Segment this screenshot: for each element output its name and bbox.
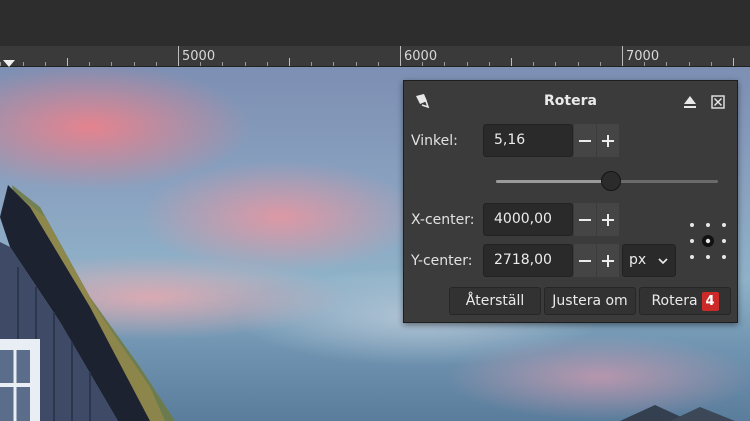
x-center-decrement-button[interactable] bbox=[574, 203, 596, 236]
horizontal-ruler[interactable]: 5000 6000 7000 bbox=[0, 46, 750, 67]
ruler-label-6000: 6000 bbox=[404, 49, 438, 64]
readjust-button[interactable]: Justera om bbox=[544, 287, 636, 315]
ruler-minor-tick bbox=[666, 62, 667, 66]
x-center-increment-button[interactable] bbox=[597, 203, 619, 236]
ruler-minor-tick bbox=[356, 62, 357, 66]
rotate-button-label: Rotera bbox=[651, 293, 698, 309]
ruler-minor-tick bbox=[89, 62, 90, 66]
rotate-button[interactable]: Rotera 4 bbox=[639, 287, 731, 315]
pin-icon[interactable] bbox=[683, 94, 697, 108]
angle-slider-fill bbox=[496, 180, 611, 183]
y-center-increment-button[interactable] bbox=[597, 244, 619, 277]
ruler-minor-tick bbox=[733, 58, 734, 66]
ruler-major-tick bbox=[400, 46, 401, 66]
ruler-minor-tick bbox=[555, 62, 556, 66]
plus-icon bbox=[602, 254, 614, 267]
ruler-minor-tick bbox=[0, 62, 1, 66]
ruler-minor-tick bbox=[134, 62, 135, 66]
plus-icon bbox=[602, 213, 614, 226]
ruler-minor-tick bbox=[67, 58, 68, 66]
ruler-minor-tick bbox=[444, 62, 445, 66]
ruler-label-5000: 5000 bbox=[182, 49, 216, 64]
ruler-minor-tick bbox=[23, 62, 24, 66]
pivot-icon[interactable] bbox=[688, 221, 728, 261]
plus-icon bbox=[602, 134, 614, 147]
minus-icon bbox=[579, 218, 591, 221]
ruler-minor-tick bbox=[311, 62, 312, 66]
ruler-minor-tick bbox=[222, 62, 223, 66]
y-center-input[interactable]: 2718,00 bbox=[483, 244, 573, 277]
ruler-minor-tick bbox=[245, 62, 246, 66]
ruler-minor-tick bbox=[578, 62, 579, 66]
ruler-minor-tick bbox=[289, 58, 290, 66]
ruler-label-7000: 7000 bbox=[626, 49, 660, 64]
angle-label: Vinkel: bbox=[411, 133, 458, 149]
close-icon[interactable] bbox=[711, 94, 725, 109]
chevron-down-icon bbox=[658, 258, 668, 265]
y-center-decrement-button[interactable] bbox=[574, 244, 596, 277]
ruler-minor-tick bbox=[378, 62, 379, 66]
ruler-major-tick bbox=[622, 46, 623, 66]
angle-decrement-button[interactable] bbox=[574, 124, 596, 157]
ruler-major-tick bbox=[178, 46, 179, 66]
ruler-minor-tick bbox=[511, 58, 512, 66]
ruler-minor-tick bbox=[333, 62, 334, 66]
x-center-input[interactable]: 4000,00 bbox=[483, 203, 573, 236]
ruler-minor-tick bbox=[467, 62, 468, 66]
rotate-dialog: Rotera Vinkel: 5,16 X-center: 4000,00 Y-… bbox=[403, 80, 738, 323]
ruler-minor-tick bbox=[267, 62, 268, 66]
x-center-label: X-center: bbox=[411, 212, 475, 228]
ruler-minor-tick bbox=[533, 62, 534, 66]
angle-input[interactable]: 5,16 bbox=[483, 124, 573, 157]
ruler-minor-tick bbox=[156, 62, 157, 66]
ruler-minor-tick bbox=[489, 62, 490, 66]
rotate-badge: 4 bbox=[701, 291, 719, 311]
angle-slider-handle[interactable] bbox=[601, 171, 621, 191]
ruler-minor-tick bbox=[111, 62, 112, 66]
reset-button[interactable]: Återställ bbox=[449, 287, 541, 315]
ruler-minor-tick bbox=[689, 62, 690, 66]
unit-select[interactable]: px bbox=[622, 244, 676, 277]
ruler-minor-tick bbox=[711, 62, 712, 66]
ruler-minor-tick bbox=[600, 62, 601, 66]
ruler-minor-tick bbox=[45, 62, 46, 66]
angle-increment-button[interactable] bbox=[597, 124, 619, 157]
unit-value: px bbox=[629, 252, 647, 268]
y-center-label: Y-center: bbox=[411, 253, 473, 269]
minus-icon bbox=[579, 259, 591, 262]
top-toolbar bbox=[0, 0, 750, 47]
ruler-position-marker bbox=[3, 60, 15, 67]
angle-slider[interactable] bbox=[496, 171, 718, 191]
minus-icon bbox=[579, 139, 591, 142]
